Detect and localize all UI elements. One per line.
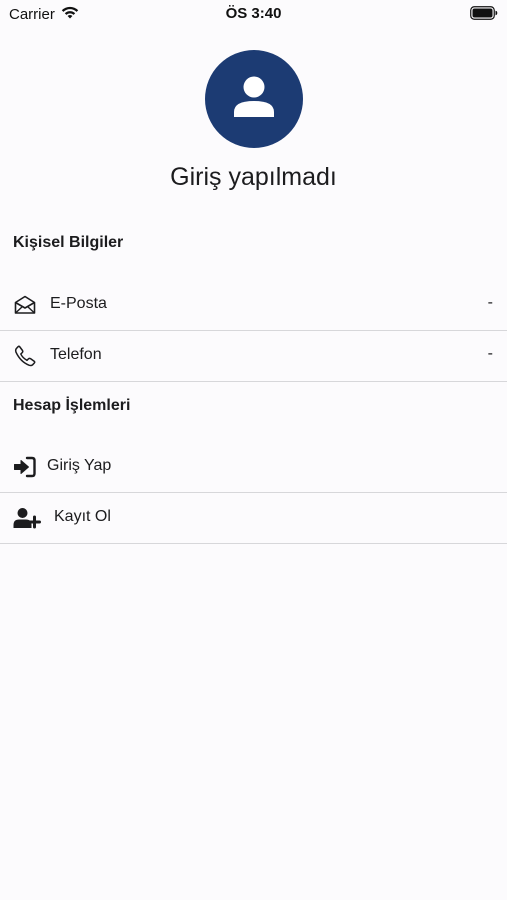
- phone-row[interactable]: Telefon -: [0, 331, 507, 382]
- phone-icon: [14, 345, 36, 367]
- user-plus-icon: [13, 508, 41, 529]
- status-time: ÖS 3:40: [225, 5, 282, 22]
- envelope-icon: [14, 295, 36, 314]
- battery-icon: [470, 6, 498, 20]
- phone-label: Telefon: [50, 346, 102, 363]
- avatar: [205, 50, 303, 148]
- login-row[interactable]: Giriş Yap: [0, 442, 507, 493]
- email-label: E-Posta: [50, 295, 107, 312]
- section-title-personal-info: Kişisel Bilgiler: [13, 234, 124, 251]
- login-label: Giriş Yap: [47, 457, 112, 474]
- status-bar: Carrier ÖS 3:40: [0, 0, 507, 28]
- register-row[interactable]: Kayıt Ol: [0, 493, 507, 544]
- email-row[interactable]: E-Posta -: [0, 280, 507, 331]
- user-icon: [234, 76, 274, 117]
- profile-name: Giriş yapılmadı: [170, 163, 337, 191]
- section-title-account-actions: Hesap İşlemleri: [13, 397, 131, 414]
- register-label: Kayıt Ol: [54, 508, 111, 525]
- sign-in-icon: [14, 456, 36, 478]
- email-value: -: [487, 294, 493, 311]
- phone-value: -: [487, 345, 493, 362]
